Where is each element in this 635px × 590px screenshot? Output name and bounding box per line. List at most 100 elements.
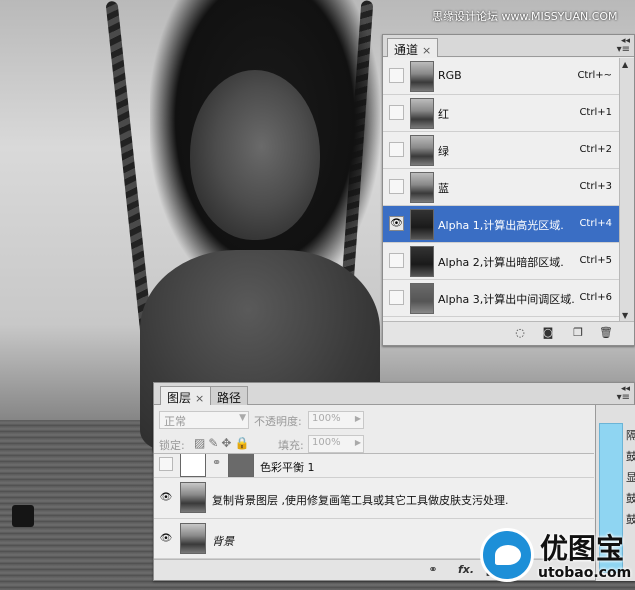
layer-row-copy[interactable]: 👁 复制背景图层 ,使用修复画笔工具或其它工具做皮肤支污处理. (154, 478, 594, 519)
lock-move-icon[interactable]: ✥ (221, 436, 234, 450)
lock-options-row: 锁定: ▨✎✥🔒 填充: 100% ▶ (154, 433, 594, 455)
opacity-value: 100% (312, 413, 341, 424)
lock-transparency-icon[interactable]: ▨ (194, 436, 208, 450)
bird-shape (495, 545, 521, 565)
channel-name: 绿 (438, 145, 449, 158)
channel-shortcut: Ctrl+2 (579, 144, 612, 155)
channel-thumbnail (410, 135, 434, 166)
close-icon[interactable]: × (422, 44, 431, 57)
tab-channels-label: 通道 (394, 43, 419, 57)
eye-icon[interactable]: 👁 (159, 532, 173, 546)
tab-paths-label: 路径 (217, 391, 242, 405)
panel-menu-icon[interactable]: ▾≡ (617, 44, 630, 55)
adjustment-thumbnail (180, 454, 206, 477)
eye-icon[interactable]: 👁 (159, 491, 173, 505)
side-label: 鼓 (626, 492, 635, 505)
link-icon: ⚭ (212, 456, 222, 469)
tab-layers-label: 图层 (167, 391, 192, 405)
logo-text-cn: 优图宝 (540, 532, 625, 565)
channel-thumbnail (410, 246, 434, 277)
channel-name: 蓝 (438, 182, 449, 195)
blend-mode-select[interactable]: 正常 ▼ (159, 411, 249, 429)
visibility-toggle[interactable] (389, 179, 404, 194)
channel-shortcut: Ctrl+6 (579, 292, 612, 303)
channel-list: RGB Ctrl+~ 红 Ctrl+1 绿 Ctrl+2 蓝 Ctrl+3 👁 … (383, 58, 620, 322)
layer-name: 色彩平衡 1 (260, 461, 315, 474)
tab-channels[interactable]: 通道 × (387, 38, 439, 57)
fx-icon[interactable]: fx. (454, 563, 478, 577)
side-label: 显 (626, 471, 635, 484)
channel-name: RGB (438, 69, 462, 82)
channel-thumbnail (410, 172, 434, 203)
visibility-toggle[interactable] (389, 142, 404, 157)
channel-name: Alpha 2,计算出暗部区域. (438, 256, 564, 269)
channel-thumbnail (410, 209, 434, 240)
mask-thumbnail (228, 454, 254, 477)
channels-scrollbar[interactable]: ▲ ▼ (619, 58, 634, 322)
visibility-toggle[interactable] (389, 68, 404, 83)
channel-row-alpha-3[interactable]: Alpha 3,计算出中间调区域. Ctrl+6 (383, 280, 620, 317)
opacity-field[interactable]: 100% ▶ (308, 411, 364, 429)
channel-name: Alpha 3,计算出中间调区域. (438, 293, 575, 306)
lock-icons: ▨✎✥🔒 (194, 436, 252, 450)
blend-options-row: 正常 ▼ 不透明度: 100% ▶ (154, 409, 594, 431)
lock-brush-icon[interactable]: ✎ (208, 436, 221, 450)
visibility-toggle[interactable] (389, 253, 404, 268)
layers-tabbar: 图层 × 路径 ◂◂ ▾≡ (154, 383, 634, 405)
blend-mode-value: 正常 (164, 415, 186, 428)
visibility-toggle[interactable] (389, 290, 404, 305)
chevron-right-icon[interactable]: ▶ (355, 438, 361, 447)
close-icon[interactable]: × (195, 392, 204, 405)
side-label: 隔 (626, 429, 635, 442)
opacity-label: 不透明度: (254, 415, 302, 428)
channel-row-alpha-1[interactable]: 👁 Alpha 1,计算出高光区域. Ctrl+4 (383, 206, 620, 243)
chevron-down-icon: ▼ (239, 413, 246, 423)
layer-name: 背景 (212, 535, 234, 548)
eye-icon[interactable]: 👁 (389, 216, 404, 231)
save-selection-icon[interactable]: ◙ (541, 326, 555, 340)
visibility-toggle[interactable] (389, 105, 404, 120)
watermark-top: 思缘设计论坛 www.MISSYUAN.COM (432, 10, 618, 23)
channel-row-alpha-2[interactable]: Alpha 2,计算出暗部区域. Ctrl+5 (383, 243, 620, 280)
panel-menu-icon[interactable]: ▾≡ (617, 392, 630, 403)
tab-paths[interactable]: 路径 (210, 386, 249, 405)
logo-text-en: utobao.com (538, 565, 632, 581)
channel-shortcut: Ctrl+3 (579, 181, 612, 192)
layer-name: 复制背景图层 ,使用修复画笔工具或其它工具做皮肤支污处理. (212, 494, 509, 507)
channel-row-green[interactable]: 绿 Ctrl+2 (383, 132, 620, 169)
lock-all-icon[interactable]: 🔒 (234, 436, 252, 450)
layer-row-color-balance[interactable]: ⚭ 色彩平衡 1 (154, 454, 594, 478)
channel-thumbnail (410, 61, 434, 92)
channel-shortcut: Ctrl+4 (579, 218, 612, 229)
channels-footer: ◌ ◙ ❐ 🗑 (383, 321, 634, 345)
load-selection-icon[interactable]: ◌ (513, 326, 527, 340)
side-panel-labels: 隔 鼓 显 鼓 鼓 (626, 425, 635, 530)
new-channel-icon[interactable]: ❐ (571, 326, 585, 340)
channel-row-rgb[interactable]: RGB Ctrl+~ (383, 58, 620, 95)
utobao-logo: 优图宝 utobao.com (478, 525, 635, 590)
fill-field[interactable]: 100% ▶ (308, 435, 364, 453)
face-shape (190, 70, 320, 240)
tab-layers[interactable]: 图层 × (160, 386, 212, 405)
channel-row-blue[interactable]: 蓝 Ctrl+3 (383, 169, 620, 206)
fill-label: 填充: (278, 439, 304, 452)
chevron-right-icon[interactable]: ▶ (355, 414, 361, 423)
side-label: 鼓 (626, 450, 635, 463)
visibility-toggle[interactable] (159, 457, 173, 471)
link-layers-icon[interactable]: ⚭ (426, 563, 440, 577)
channel-shortcut: Ctrl+5 (579, 255, 612, 266)
fill-value: 100% (312, 437, 341, 448)
scroll-down-icon[interactable]: ▼ (622, 311, 628, 320)
scroll-up-icon[interactable]: ▲ (622, 60, 628, 69)
channel-shortcut: Ctrl+1 (579, 107, 612, 118)
channel-name: Alpha 1,计算出高光区域. (438, 219, 564, 232)
sea-post (12, 505, 34, 527)
layer-thumbnail (180, 523, 206, 554)
lock-label: 锁定: (159, 439, 185, 452)
channel-name: 红 (438, 108, 449, 121)
channel-row-red[interactable]: 红 Ctrl+1 (383, 95, 620, 132)
trash-icon[interactable]: 🗑 (599, 326, 613, 340)
layer-thumbnail (180, 482, 206, 513)
channel-shortcut: Ctrl+~ (577, 70, 612, 81)
channels-tabbar: 通道 × ◂◂ ▾≡ (383, 35, 634, 57)
